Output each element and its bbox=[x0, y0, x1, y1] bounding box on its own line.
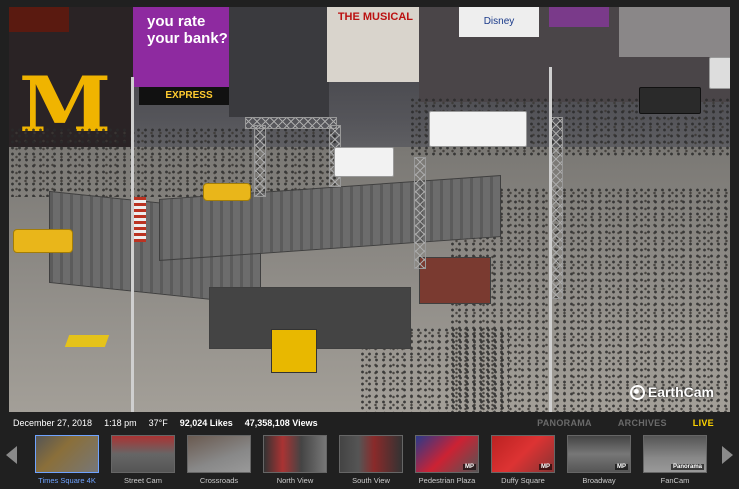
light-pole bbox=[549, 67, 552, 412]
truck-white bbox=[709, 57, 730, 89]
thumb-image bbox=[339, 435, 403, 473]
views-count: 47,358,108 Views bbox=[244, 418, 318, 428]
thumb-image: MP bbox=[415, 435, 479, 473]
thumb-south-view[interactable]: South View bbox=[339, 435, 403, 487]
chevron-right-icon[interactable] bbox=[722, 446, 733, 464]
info-bar: December 27, 2018 1:18 pm 37°F 92,024 Li… bbox=[9, 414, 730, 432]
thumb-duffy-square[interactable]: MP Duffy Square bbox=[491, 435, 555, 487]
camera-thumbnail-strip: Times Square 4K Street Cam Crossroads No… bbox=[0, 432, 739, 489]
temperature-text: 37°F bbox=[148, 418, 168, 428]
van bbox=[334, 147, 394, 177]
musical-billboard: THE MUSICAL bbox=[327, 7, 419, 82]
thumb-crossroads[interactable]: Crossroads bbox=[187, 435, 251, 487]
thumb-north-view[interactable]: North View bbox=[263, 435, 327, 487]
building-center bbox=[229, 7, 329, 117]
building-far-right bbox=[619, 7, 730, 57]
stage-seating bbox=[419, 257, 491, 304]
billboard-topleft bbox=[9, 7, 69, 32]
thumb-street-cam[interactable]: Street Cam bbox=[111, 435, 175, 487]
thumb-image: MP bbox=[567, 435, 631, 473]
scissor-lift bbox=[271, 329, 317, 373]
truck-black bbox=[639, 87, 701, 114]
thumb-broadway[interactable]: MP Broadway bbox=[567, 435, 631, 487]
mp-badge: MP bbox=[463, 464, 476, 470]
american-flag bbox=[134, 197, 146, 242]
express-sign: EXPRESS bbox=[139, 87, 239, 105]
archives-link[interactable]: ARCHIVES bbox=[618, 418, 667, 428]
thumb-image bbox=[111, 435, 175, 473]
earthcam-watermark: EarthCam bbox=[629, 384, 714, 400]
time-text: 1:18 pm bbox=[104, 418, 137, 428]
thumb-fancam[interactable]: Panorama FanCam bbox=[643, 435, 707, 487]
likes-count[interactable]: 92,024 Likes bbox=[180, 418, 233, 428]
live-video-feed[interactable]: M you rate your bank? EXPRESS THE MUSICA… bbox=[9, 7, 730, 412]
chevron-left-icon[interactable] bbox=[6, 446, 17, 464]
crowd-left bbox=[9, 127, 339, 197]
flagpole bbox=[131, 77, 134, 412]
thumb-image: Panorama bbox=[643, 435, 707, 473]
thumb-pedestrian-plaza[interactable]: MP Pedestrian Plaza bbox=[415, 435, 479, 487]
thumb-image bbox=[187, 435, 251, 473]
thumb-image: MP bbox=[491, 435, 555, 473]
date-text: December 27, 2018 bbox=[13, 418, 93, 428]
disney-billboard: Disney bbox=[459, 7, 539, 37]
webcam-player: M you rate your bank? EXPRESS THE MUSICA… bbox=[0, 0, 739, 489]
billboard-purple bbox=[549, 7, 609, 27]
truss-tower-left bbox=[254, 125, 266, 197]
taxi-center bbox=[203, 183, 251, 201]
mp-badge: MP bbox=[615, 464, 628, 470]
taxi-left bbox=[13, 229, 73, 253]
thumb-times-square-4k[interactable]: Times Square 4K bbox=[35, 435, 99, 487]
panorama-badge: Panorama bbox=[670, 464, 704, 470]
thumb-image bbox=[35, 435, 99, 473]
truss-tower-center bbox=[414, 157, 426, 269]
panorama-link[interactable]: PANORAMA bbox=[537, 418, 592, 428]
yellow-floor-marking bbox=[64, 335, 110, 347]
thumb-image bbox=[263, 435, 327, 473]
live-link[interactable]: LIVE bbox=[693, 418, 714, 428]
mp-badge: MP bbox=[539, 464, 552, 470]
bus bbox=[429, 111, 527, 147]
earthcam-globe-icon bbox=[629, 384, 645, 400]
bank-billboard: you rate your bank? bbox=[133, 7, 229, 87]
